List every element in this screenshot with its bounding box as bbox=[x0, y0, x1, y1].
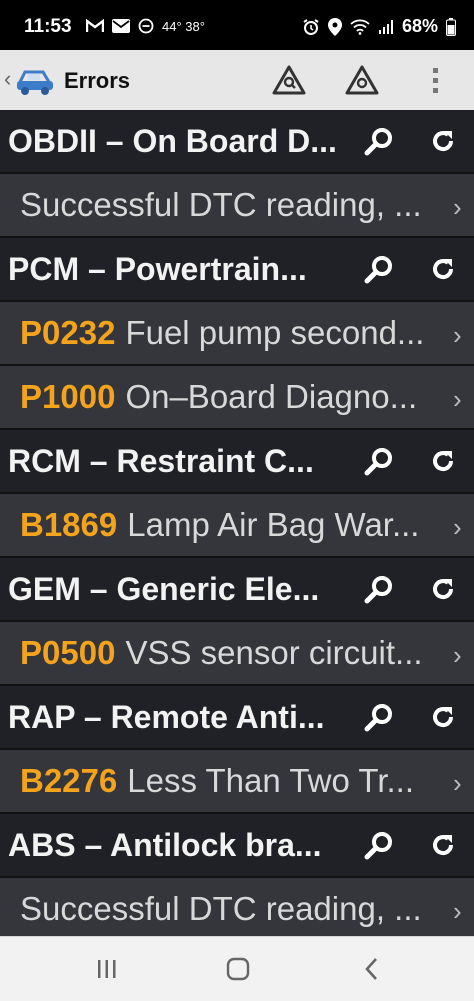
dtc-code: P0232 bbox=[20, 314, 116, 351]
back-chevron-icon[interactable]: ‹ bbox=[4, 66, 11, 92]
status-bar: 11:53 44° 38° 68% bbox=[0, 0, 474, 50]
refresh-icon[interactable] bbox=[430, 704, 456, 735]
dtc-description: Fuel pump second... bbox=[125, 314, 425, 351]
do-not-disturb-icon bbox=[138, 18, 154, 34]
back-icon[interactable] bbox=[362, 957, 382, 981]
dtc-text: B1869 Lamp Air Bag War... bbox=[0, 506, 445, 544]
dtc-text: P0500 VSS sensor circuit... bbox=[0, 634, 445, 672]
chevron-right-icon: › bbox=[453, 192, 462, 222]
search-icon[interactable] bbox=[362, 126, 396, 163]
status-system-icons: 68% bbox=[302, 16, 456, 37]
page-title: Errors bbox=[64, 68, 131, 93]
module-name: RCM – Restraint C... bbox=[8, 442, 314, 479]
dtc-text: Successful DTC reading, ... bbox=[0, 890, 445, 928]
app-bar: ‹ Errors bbox=[0, 50, 474, 111]
more-vertical-icon[interactable] bbox=[430, 64, 442, 96]
location-icon bbox=[327, 17, 342, 36]
module-name: ABS – Antilock bra... bbox=[8, 826, 322, 863]
status-time: 11:53 bbox=[24, 16, 72, 37]
status-temperature: 44° 38° bbox=[162, 18, 205, 34]
battery-icon bbox=[446, 17, 456, 36]
refresh-icon[interactable] bbox=[430, 576, 456, 607]
chevron-right-icon: › bbox=[453, 320, 462, 350]
wifi-icon bbox=[350, 19, 370, 35]
dtc-description: VSS sensor circuit... bbox=[125, 634, 423, 671]
dtc-row[interactable]: P0500 VSS sensor circuit... › bbox=[0, 622, 474, 686]
search-icon[interactable] bbox=[362, 446, 396, 483]
dtc-description: Successful DTC reading, ... bbox=[20, 890, 422, 927]
chevron-right-icon: › bbox=[453, 896, 462, 926]
recent-apps-icon[interactable] bbox=[96, 959, 118, 979]
module-row[interactable]: RAP – Remote Anti... bbox=[0, 686, 474, 750]
dtc-text: B2276 Less Than Two Tr... bbox=[0, 762, 445, 800]
error-list: OBDII – On Board D... Successful DTC read… bbox=[0, 110, 474, 942]
module-row[interactable]: GEM – Generic Ele... bbox=[0, 558, 474, 622]
dtc-text: Successful DTC reading, ... bbox=[0, 186, 445, 224]
module-row[interactable]: OBDII – On Board D... bbox=[0, 110, 474, 174]
warning-search-icon[interactable] bbox=[272, 64, 306, 96]
system-navigation-bar bbox=[0, 936, 474, 1001]
dtc-code: P0500 bbox=[20, 634, 116, 671]
refresh-icon[interactable] bbox=[430, 128, 456, 159]
module-name: GEM – Generic Ele... bbox=[8, 570, 320, 607]
module-name: RAP – Remote Anti... bbox=[8, 698, 325, 735]
chevron-right-icon: › bbox=[453, 384, 462, 414]
dtc-row[interactable]: Successful DTC reading, ... › bbox=[0, 174, 474, 238]
refresh-icon[interactable] bbox=[430, 256, 456, 287]
gmail-icon bbox=[86, 19, 104, 32]
dtc-code: B1869 bbox=[20, 506, 118, 543]
dtc-description: Less Than Two Tr... bbox=[127, 762, 415, 799]
chevron-right-icon: › bbox=[453, 768, 462, 798]
module-row[interactable]: ABS – Antilock bra... bbox=[0, 814, 474, 878]
dtc-code: P1000 bbox=[20, 378, 116, 415]
module-name: PCM – Powertrain... bbox=[8, 250, 307, 287]
dtc-row[interactable]: B1869 Lamp Air Bag War... › bbox=[0, 494, 474, 558]
dtc-row[interactable]: Successful DTC reading, ... › bbox=[0, 878, 474, 942]
battery-percentage: 68% bbox=[401, 16, 438, 36]
mail-icon bbox=[112, 19, 130, 33]
search-icon[interactable] bbox=[362, 830, 396, 867]
signal-icon bbox=[378, 19, 393, 34]
module-name: OBDII – On Board D... bbox=[8, 122, 337, 159]
dtc-row[interactable]: B2276 Less Than Two Tr... › bbox=[0, 750, 474, 814]
search-icon[interactable] bbox=[362, 254, 396, 291]
module-row[interactable]: PCM – Powertrain... bbox=[0, 238, 474, 302]
dtc-row[interactable]: P1000 On–Board Diagno... › bbox=[0, 366, 474, 430]
dtc-row[interactable]: P0232 Fuel pump second... › bbox=[0, 302, 474, 366]
dtc-description: On–Board Diagno... bbox=[125, 378, 418, 415]
warning-icon[interactable] bbox=[345, 64, 379, 96]
refresh-icon[interactable] bbox=[430, 448, 456, 479]
dtc-text: P0232 Fuel pump second... bbox=[0, 314, 445, 352]
refresh-icon[interactable] bbox=[430, 832, 456, 863]
search-icon[interactable] bbox=[362, 574, 396, 611]
car-icon[interactable] bbox=[14, 64, 60, 96]
alarm-icon bbox=[303, 18, 319, 35]
module-row[interactable]: RCM – Restraint C... bbox=[0, 430, 474, 494]
dtc-code: B2276 bbox=[20, 762, 118, 799]
chevron-right-icon: › bbox=[453, 640, 462, 670]
dtc-text: P1000 On–Board Diagno... bbox=[0, 378, 445, 416]
search-icon[interactable] bbox=[362, 702, 396, 739]
dtc-description: Lamp Air Bag War... bbox=[127, 506, 420, 543]
status-notifications: 44° 38° bbox=[86, 18, 205, 34]
home-icon[interactable] bbox=[226, 957, 250, 981]
dtc-description: Successful DTC reading, ... bbox=[20, 186, 422, 223]
chevron-right-icon: › bbox=[453, 512, 462, 542]
